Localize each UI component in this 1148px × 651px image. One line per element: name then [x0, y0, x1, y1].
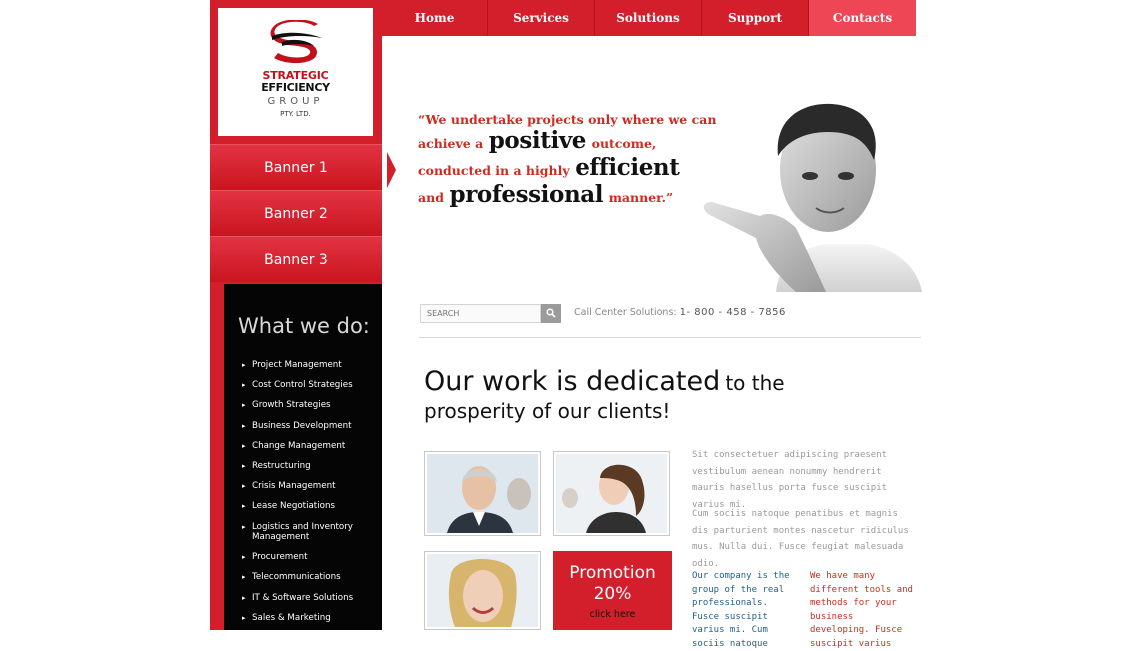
- service-link[interactable]: ▸ Sales & Marketing: [242, 613, 377, 624]
- logo-text-pty: PTY. LTD.: [280, 110, 311, 118]
- promotion-tile[interactable]: Promotion 20% click here: [553, 551, 672, 630]
- search-button[interactable]: [541, 304, 561, 323]
- top-nav: Home Services Solutions Support Contacts: [382, 0, 916, 36]
- woman-looking-up-photo: [556, 454, 667, 533]
- service-link[interactable]: ▸ Restructuring: [242, 461, 377, 472]
- arrow-bullet-icon: ▸: [242, 441, 246, 450]
- arrow-bullet-icon: ▸: [242, 421, 246, 430]
- banner-1-button[interactable]: Banner 1: [210, 144, 382, 190]
- intro-paragraph-1: Sit consectetuer adipiscing praesent ves…: [692, 450, 888, 510]
- smiling-woman-photo: [427, 554, 538, 627]
- arrow-bullet-icon: ▸: [242, 482, 246, 491]
- arrow-bullet-icon: ▸: [242, 553, 246, 562]
- arrow-bullet-icon: ▸: [242, 593, 246, 602]
- logo-text-group: GROUP: [267, 96, 324, 107]
- service-link[interactable]: ▸ IT & Software Solutions: [242, 593, 377, 604]
- nav-support[interactable]: Support: [702, 0, 809, 36]
- nav-services[interactable]: Services: [488, 0, 595, 36]
- services-list: ▸ Project Management ▸ Cost Control Strate…: [242, 360, 377, 633]
- thumbnail-smiling-woman[interactable]: [424, 551, 541, 630]
- banner-2-button[interactable]: Banner 2: [210, 190, 382, 236]
- nav-home[interactable]: Home: [382, 0, 488, 36]
- nav-solutions[interactable]: Solutions: [595, 0, 702, 36]
- company-text-red: We have many different tools and methods…: [810, 571, 913, 649]
- arrow-bullet-icon: ▸: [242, 573, 246, 582]
- intro-paragraph-2: Cum sociis natoque penatibus et magnis d…: [692, 509, 909, 569]
- logo-mark-icon: [270, 20, 322, 63]
- banner-pointer-icon: [387, 152, 396, 188]
- logo-text-efficiency: EFFICIENCY: [261, 81, 330, 94]
- page-headline: Our work is dedicated to the prosperity …: [424, 366, 785, 423]
- nav-contacts[interactable]: Contacts: [809, 0, 916, 36]
- arrow-bullet-icon: ▸: [242, 502, 246, 511]
- arrow-bullet-icon: ▸: [242, 522, 246, 531]
- call-center-info: Call Center Solutions: 1- 800 - 458 - 78…: [574, 307, 786, 318]
- service-link[interactable]: ▸ Telecommunications: [242, 572, 377, 583]
- promotion-cta[interactable]: click here: [553, 609, 672, 620]
- service-link[interactable]: ▸ Change Management: [242, 441, 377, 452]
- divider: [419, 337, 921, 338]
- service-link[interactable]: ▸ Business Development: [242, 421, 377, 432]
- call-center-label: Call Center Solutions:: [574, 307, 677, 318]
- service-link[interactable]: ▸ Project Management: [242, 360, 377, 371]
- promotion-title: Promotion: [569, 563, 656, 583]
- service-link[interactable]: ▸ Lease Negotiations: [242, 501, 377, 512]
- service-link[interactable]: ▸ Cost Control Strategies: [242, 380, 377, 391]
- what-we-do-title: What we do:: [238, 314, 370, 338]
- service-link[interactable]: ▸ Logistics and Inventory Management: [242, 522, 377, 543]
- hero-man-photo: [703, 103, 922, 292]
- service-link[interactable]: ▸ Procurement: [242, 552, 377, 563]
- arrow-bullet-icon: ▸: [242, 613, 246, 622]
- arrow-bullet-icon: ▸: [242, 361, 246, 369]
- logo[interactable]: STRATEGIC EFFICIENCY GROUP PTY. LTD.: [218, 8, 373, 136]
- arrow-bullet-icon: ▸: [242, 381, 246, 390]
- company-text-blue: Our company is the group of the real pro…: [692, 571, 790, 649]
- thumbnail-woman-looking-up[interactable]: [553, 451, 670, 536]
- arrow-bullet-icon: ▸: [242, 461, 246, 470]
- businessman-photo: [427, 454, 538, 533]
- thumbnail-businessman[interactable]: [424, 451, 541, 536]
- banner-3-button[interactable]: Banner 3: [210, 236, 382, 282]
- arrow-bullet-icon: ▸: [242, 401, 246, 410]
- promotion-percent: 20%: [593, 584, 632, 604]
- call-center-phone[interactable]: 1- 800 - 458 - 7856: [680, 307, 786, 318]
- search-icon: [546, 308, 556, 318]
- service-link[interactable]: ▸ Growth Strategies: [242, 400, 377, 411]
- search-input[interactable]: [420, 304, 541, 323]
- service-link[interactable]: ▸ Crisis Management: [242, 481, 377, 492]
